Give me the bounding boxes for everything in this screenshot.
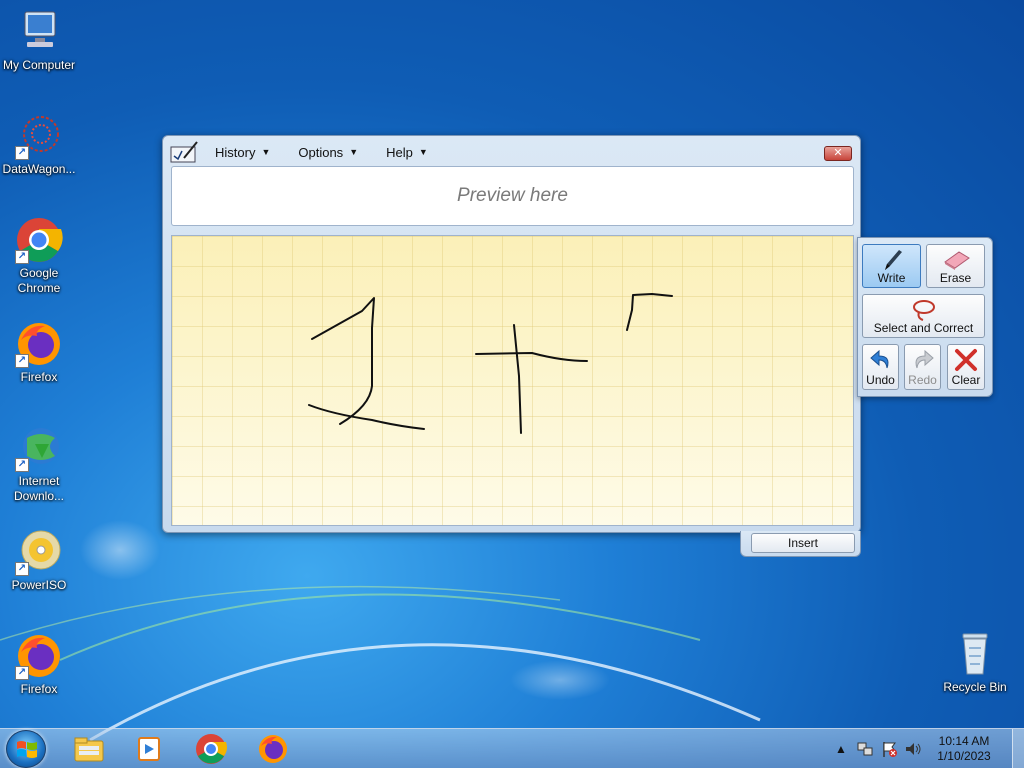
clock-date: 1/10/2023 <box>937 749 991 763</box>
undo-button[interactable]: Undo <box>862 344 899 390</box>
desktop-icon-label: PowerISO <box>11 578 67 592</box>
explorer-icon <box>74 737 104 762</box>
erase-label: Erase <box>939 271 972 285</box>
desktop-icon-firefox-2[interactable]: ↗ Firefox <box>0 632 78 697</box>
menu-options-label: Options <box>298 144 344 160</box>
close-icon: ✕ <box>833 147 843 159</box>
menu-history[interactable]: History ▼ <box>215 145 270 160</box>
clock-time: 10:14 AM <box>938 734 990 748</box>
ink-stroke-partial <box>626 293 673 331</box>
firefox-icon: ↗ <box>15 632 63 680</box>
pen-icon <box>884 250 902 270</box>
tool-panel: Write Erase Select and Correct Undo Redo… <box>857 237 993 397</box>
lasso-icon <box>912 300 935 321</box>
desktop-icon-label: My Computer <box>2 58 76 72</box>
show-desktop-button[interactable] <box>1012 729 1024 768</box>
menu-help[interactable]: Help ▼ <box>386 145 428 160</box>
chevron-down-icon: ▼ <box>418 147 428 157</box>
writing-canvas[interactable] <box>171 235 854 526</box>
recycle-bin-icon <box>951 630 999 678</box>
select-and-correct-button[interactable]: Select and Correct <box>862 294 985 338</box>
clock[interactable]: 10:14 AM 1/10/2023 <box>928 734 1000 764</box>
taskbar-firefox[interactable] <box>246 732 300 766</box>
desktop-icon-label: Recycle Bin <box>943 680 1007 694</box>
windows-logo-icon <box>17 741 37 758</box>
chevron-down-icon: ▼ <box>349 147 359 157</box>
redo-button[interactable]: Redo <box>904 344 941 390</box>
show-hidden-icons-chevron-icon[interactable]: ▲ <box>832 740 850 758</box>
shortcut-arrow-icon: ↗ <box>15 562 29 576</box>
shortcut-arrow-icon: ↗ <box>15 458 29 472</box>
desktop-icon-poweriso[interactable]: ↗ PowerISO <box>0 528 78 593</box>
taskbar-media-player[interactable] <box>122 732 176 766</box>
ink-stroke-one-base <box>308 404 425 430</box>
ink-stroke-plus-horizontal <box>475 352 588 362</box>
insert-tab: Insert <box>740 531 861 557</box>
redo-icon <box>915 349 934 369</box>
select-and-correct-label: Select and Correct <box>873 321 974 335</box>
start-button[interactable] <box>6 730 46 768</box>
menu-bar: History ▼ Options ▼ Help ▼ <box>169 140 854 164</box>
clear-label: Clear <box>951 373 981 387</box>
preview-text: Preview here <box>457 185 568 206</box>
ink-stroke-plus-vertical <box>513 324 522 434</box>
desktop-icon-label: Firefox <box>20 370 58 384</box>
shortcut-arrow-icon: ↗ <box>15 146 29 160</box>
desktop-icon-internet-download-manager[interactable]: ↗ Internet Downlo... <box>0 424 78 504</box>
taskbar-explorer[interactable] <box>62 732 116 766</box>
clear-button[interactable]: Clear <box>947 344 985 390</box>
desktop-icon-recycle-bin[interactable]: Recycle Bin <box>936 630 1014 695</box>
write-button[interactable]: Write <box>862 244 921 288</box>
undo-icon <box>869 349 888 369</box>
idm-icon: ↗ <box>15 424 63 472</box>
firefox-icon: ↗ <box>15 320 63 368</box>
redo-label: Redo <box>908 373 937 387</box>
eraser-icon <box>943 251 970 270</box>
action-center-flag-icon[interactable] <box>880 740 898 758</box>
computer-icon <box>15 8 63 56</box>
shortcut-arrow-icon: ↗ <box>15 666 29 680</box>
desktop-icon-label: Firefox <box>20 682 58 696</box>
clear-x-icon <box>955 349 977 371</box>
media-player-icon <box>138 737 160 761</box>
chrome-icon: ↗ <box>15 216 63 264</box>
desktop-icon-label: Google Chrome <box>17 266 61 295</box>
undo-label: Undo <box>866 373 895 387</box>
desktop-icon-label: DataWagon... <box>2 162 76 176</box>
math-input-panel-logo-icon <box>170 141 198 163</box>
preview-area: Preview here <box>171 166 854 226</box>
menu-history-label: History <box>215 144 256 160</box>
system-tray: ▲ 10:14 AM 1/10/2023 <box>832 729 1024 768</box>
taskbar-chrome[interactable] <box>184 732 238 766</box>
poweriso-icon: ↗ <box>15 528 63 576</box>
shortcut-arrow-icon: ↗ <box>15 250 29 264</box>
menu-help-label: Help <box>386 144 413 160</box>
write-label: Write <box>877 271 906 285</box>
datawagon-icon: ↗ <box>15 112 63 160</box>
chevron-down-icon: ▼ <box>261 147 271 157</box>
desktop-icon-datawagon[interactable]: ↗ DataWagon... <box>0 112 78 177</box>
network-icon[interactable] <box>856 740 874 758</box>
handwriting-strokes <box>308 293 673 434</box>
firefox-icon <box>259 735 287 763</box>
close-button[interactable]: ✕ <box>824 146 852 161</box>
ink-stroke-one-body <box>311 297 375 425</box>
desktop-icon-firefox[interactable]: ↗ Firefox <box>0 320 78 385</box>
desktop-icon-google-chrome[interactable]: ↗ Google Chrome <box>0 216 78 296</box>
menu-options[interactable]: Options ▼ <box>298 145 358 160</box>
volume-icon[interactable] <box>904 740 922 758</box>
desktop-icon-my-computer[interactable]: My Computer <box>0 8 78 73</box>
shortcut-arrow-icon: ↗ <box>15 354 29 368</box>
insert-button[interactable]: Insert <box>751 533 855 553</box>
taskbar: ▲ 10:14 AM 1/10/2023 <box>0 728 1024 768</box>
erase-button[interactable]: Erase <box>926 244 985 288</box>
chrome-icon <box>196 734 227 764</box>
math-input-panel-window: History ▼ Options ▼ Help ▼ ✕ Preview her… <box>162 135 861 533</box>
desktop-icon-label: Internet Downlo... <box>13 474 65 503</box>
